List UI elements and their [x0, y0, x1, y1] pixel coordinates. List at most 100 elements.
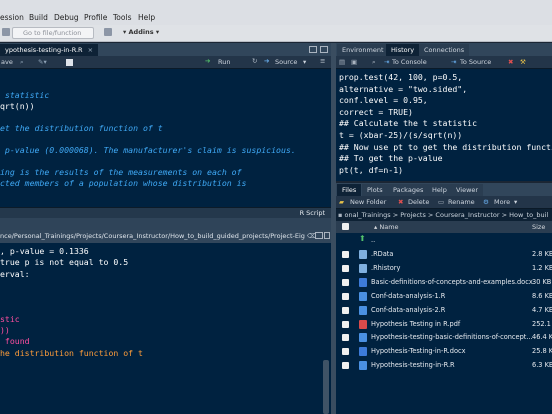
tab-connections[interactable]: Connections	[419, 44, 470, 56]
file-checkbox[interactable]	[342, 292, 349, 300]
addins-menu[interactable]: ▾ Addins ▾	[123, 28, 159, 36]
file-row[interactable]: Basic-definitions-of-concepts-and-exampl…	[336, 276, 552, 290]
parent-directory-row[interactable]: ⬆ ..	[336, 234, 552, 248]
file-checkbox[interactable]	[342, 306, 349, 314]
file-row[interactable]: .RData 2.8 KB	[336, 248, 552, 262]
file-row[interactable]: Hypothesis Testing in R.pdf 252.1	[336, 318, 552, 332]
rename-button[interactable]: Rename	[448, 198, 475, 206]
run-button[interactable]: Run	[218, 58, 230, 66]
file-row[interactable]: Hypothesis-Testing-in-R.docx 25.8 K	[336, 345, 552, 359]
more-button[interactable]: More	[494, 198, 510, 206]
to-source-icon[interactable]: ⇥	[451, 58, 456, 66]
tab-history[interactable]: History	[386, 44, 420, 56]
file-name[interactable]: Conf-data-analysis-1.R	[371, 292, 445, 300]
file-name[interactable]: Hypothesis-Testing-in-R.docx	[371, 347, 466, 355]
outline-icon[interactable]: ≡	[320, 57, 325, 65]
file-row[interactable]: Conf-data-analysis-1.R 8.6 KB	[336, 290, 552, 304]
run-icon[interactable]: ➔	[205, 57, 210, 65]
console-line: true p is not equal to 0.5	[0, 257, 129, 268]
grid-icon[interactable]	[104, 28, 112, 36]
pane-splitter-horizontal[interactable]	[0, 218, 331, 230]
source-dropdown-icon[interactable]: ▾	[303, 58, 306, 66]
source-file-tab[interactable]: ypothesis-testing-in-R.R ×	[0, 44, 99, 56]
file-name[interactable]: Basic-definitions-of-concepts-and-exampl…	[371, 278, 533, 286]
load-history-icon[interactable]: ▤	[339, 58, 345, 66]
minimize-icon[interactable]	[309, 46, 317, 53]
home-icon[interactable]: ▪	[338, 211, 342, 219]
file-name[interactable]: .RData	[371, 250, 393, 258]
menu-session[interactable]: ession	[0, 13, 24, 22]
name-column-label: Name	[379, 223, 399, 231]
size-column-header[interactable]: Size	[532, 221, 545, 233]
file-icon	[359, 250, 367, 259]
history-entry: ## To get the p-value	[339, 153, 443, 164]
search-icon[interactable]: ⌕	[372, 58, 376, 67]
open-file-icon[interactable]	[2, 28, 10, 36]
tab-packages[interactable]: Packages	[388, 184, 429, 196]
menu-help[interactable]: Help	[138, 13, 155, 22]
tab-files[interactable]: Files	[337, 184, 362, 196]
file-name[interactable]: Hypothesis-testing-in-R.R	[371, 361, 455, 369]
sort-name-header[interactable]: ▴ Name	[374, 221, 399, 233]
minimize-icon[interactable]	[315, 232, 323, 239]
menu-tools[interactable]: Tools	[113, 13, 131, 22]
menu-bar: ession Build Debug Profile Tools Help	[0, 0, 552, 25]
to-source-button[interactable]: To Source	[460, 58, 491, 66]
file-checkbox[interactable]	[342, 251, 349, 258]
tab-plots[interactable]: Plots	[362, 184, 388, 196]
file-row[interactable]: Conf-data-analysis-2.R 4.7 KB	[336, 304, 552, 318]
remove-entry-icon[interactable]: ✖	[508, 58, 513, 66]
file-checkbox[interactable]	[342, 334, 349, 342]
save-button[interactable]: ave	[1, 58, 13, 66]
to-console-button[interactable]: To Console	[392, 58, 427, 66]
file-checkbox[interactable]	[342, 264, 349, 272]
delete-button[interactable]: Delete	[408, 198, 429, 206]
go-to-file-input[interactable]: Go to file/function	[12, 27, 94, 39]
wand-icon[interactable]: ✎▾	[38, 58, 47, 66]
console-line: found	[0, 336, 30, 347]
tab-environment[interactable]: Environment	[337, 44, 389, 56]
close-icon[interactable]: ×	[88, 46, 93, 54]
maximize-icon[interactable]	[320, 46, 328, 53]
rerun-icon[interactable]: ↻	[252, 57, 257, 65]
file-checkbox[interactable]	[342, 278, 349, 286]
file-size: 46.4 K	[532, 333, 552, 342]
file-name[interactable]: Hypothesis Testing in R.pdf	[371, 320, 460, 328]
file-size: 30 KB	[532, 277, 552, 286]
source-icon[interactable]: ➔	[264, 57, 269, 65]
history-entry: ## Calculate the t statistic	[339, 118, 478, 129]
file-checkbox[interactable]	[342, 362, 349, 370]
file-row[interactable]: Hypothesis-testing-in-R.R 6.3 KB	[336, 359, 552, 373]
file-name[interactable]: .Rhistory	[371, 264, 400, 272]
compile-icon[interactable]	[66, 59, 73, 66]
menu-debug[interactable]: Debug	[54, 13, 79, 22]
source-button[interactable]: Source	[275, 58, 297, 66]
file-type-label[interactable]: R Script	[300, 209, 325, 217]
file-name[interactable]: Conf-data-analysis-2.R	[371, 306, 445, 314]
search-icon[interactable]: ⌕	[20, 58, 24, 67]
code-line: cted members of a population whose distr…	[0, 178, 247, 188]
file-row[interactable]: .Rhistory 1.2 KB	[336, 262, 552, 276]
file-checkbox[interactable]	[342, 348, 349, 356]
more-dropdown-icon[interactable]: ▾	[514, 198, 517, 206]
new-folder-button[interactable]: New Folder	[350, 198, 386, 206]
history-entry: conf.level = 0.95,	[339, 95, 428, 106]
menu-build[interactable]: Build	[29, 13, 48, 22]
working-directory-path[interactable]: nce/Personal_Trainings/Projects/Coursera…	[0, 230, 314, 243]
breadcrumb-path[interactable]: onal_Trainings > Projects > Coursera_Ins…	[344, 211, 548, 219]
file-row[interactable]: Hypothesis-testing-basic-definitions-of-…	[336, 331, 552, 345]
menu-profile[interactable]: Profile	[84, 13, 107, 22]
save-history-icon[interactable]: ▣	[351, 58, 357, 66]
file-icon	[359, 361, 367, 371]
tab-viewer[interactable]: Viewer	[451, 184, 484, 196]
maximize-icon[interactable]	[324, 232, 330, 239]
to-console-icon[interactable]: ⇥	[384, 58, 389, 66]
select-all-checkbox[interactable]	[342, 223, 349, 230]
console-line: stic	[0, 313, 20, 324]
tab-help[interactable]: Help	[427, 184, 452, 196]
console-scrollbar[interactable]	[323, 360, 329, 414]
file-checkbox[interactable]	[342, 320, 349, 328]
code-line: statistic	[0, 90, 50, 100]
broom-icon[interactable]: ⚒	[520, 58, 526, 66]
file-name[interactable]: Hypothesis-testing-basic-definitions-of-…	[371, 333, 533, 341]
